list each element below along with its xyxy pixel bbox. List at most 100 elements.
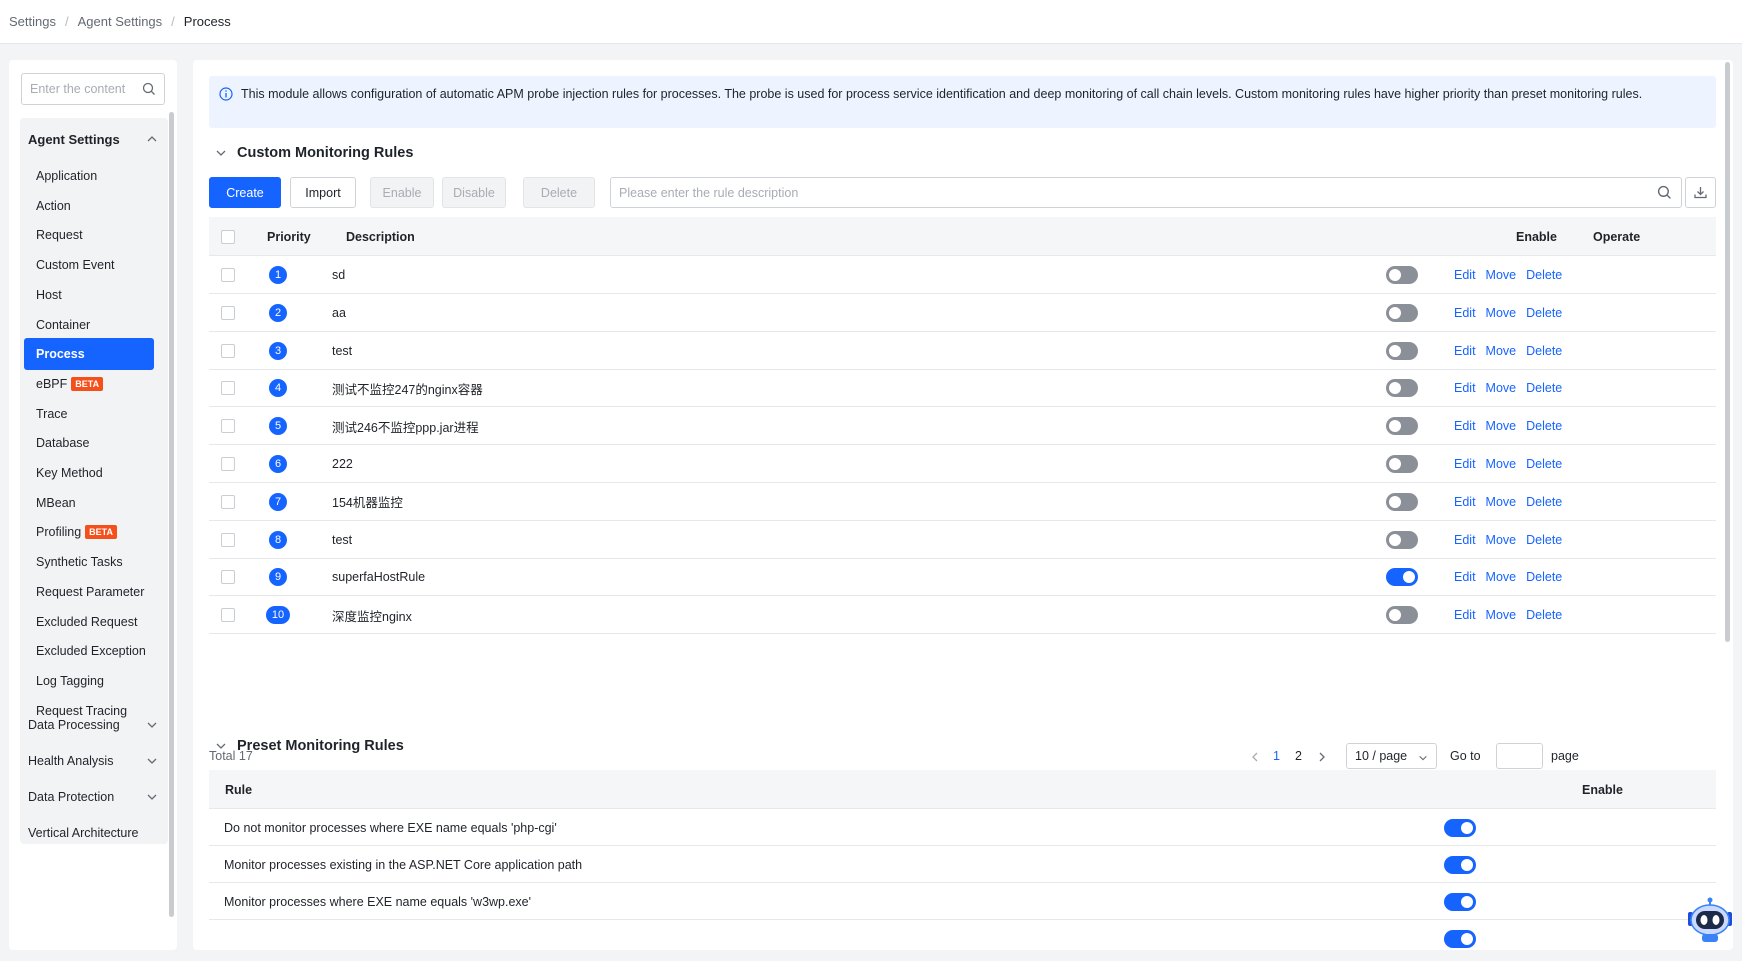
enable-toggle[interactable] [1386,417,1418,436]
move-link[interactable]: Move [1486,570,1517,584]
move-link[interactable]: Move [1486,268,1517,282]
sidebar-item-mbean[interactable]: MBean [24,487,154,519]
search-icon[interactable] [142,82,156,96]
breadcrumb-settings[interactable]: Settings [9,14,56,29]
delete-link[interactable]: Delete [1526,306,1562,320]
row-checkbox[interactable] [221,532,235,547]
page-size-select[interactable]: 10 / page [1346,743,1437,769]
sidebar-item-process[interactable]: Process [24,338,154,371]
sidebar-item-log-tagging[interactable]: Log Tagging [24,665,154,697]
edit-link[interactable]: Edit [1454,268,1476,282]
enable-toggle[interactable] [1386,303,1418,322]
row-checkbox[interactable] [221,419,235,434]
sidebar-search-input[interactable] [30,82,138,96]
sidebar-item-trace[interactable]: Trace [24,398,154,430]
edit-link[interactable]: Edit [1454,344,1476,358]
goto-page-input[interactable] [1496,743,1543,769]
edit-link[interactable]: Edit [1454,608,1476,622]
row-checkbox[interactable] [221,608,235,623]
move-link[interactable]: Move [1486,344,1517,358]
enable-toggle[interactable] [1386,530,1418,549]
delete-link[interactable]: Delete [1526,419,1562,433]
sidebar-item-synthetic-tasks[interactable]: Synthetic Tasks [24,546,154,578]
sidebar-item-ebpf[interactable]: eBPF BETA [24,368,154,400]
move-link[interactable]: Move [1486,608,1517,622]
sidebar-item-custom-event[interactable]: Custom Event [24,249,154,281]
enable-toggle[interactable] [1444,818,1476,837]
delete-link[interactable]: Delete [1526,381,1562,395]
delete-link[interactable]: Delete [1526,457,1562,471]
edit-link[interactable]: Edit [1454,419,1476,433]
sidebar-group-header[interactable]: Agent Settings [20,118,168,160]
import-button[interactable]: Import [290,177,356,208]
sidebar-item-vertical-architecture[interactable]: Vertical Architecture [20,813,168,853]
move-link[interactable]: Move [1486,419,1517,433]
enable-toggle[interactable] [1386,341,1418,360]
enable-toggle[interactable] [1444,929,1476,948]
select-all-checkbox[interactable] [221,229,235,244]
enable-toggle[interactable] [1444,892,1476,911]
sidebar-item-action[interactable]: Action [24,190,154,222]
edit-link[interactable]: Edit [1454,306,1476,320]
sidebar-group-data-processing[interactable]: Data Processing [20,705,168,745]
page-1[interactable]: 1 [1273,749,1280,763]
edit-link[interactable]: Edit [1454,570,1476,584]
row-checkbox[interactable] [221,343,235,358]
enable-toggle[interactable] [1386,492,1418,511]
delete-link[interactable]: Delete [1526,344,1562,358]
row-checkbox[interactable] [221,305,235,320]
delete-link[interactable]: Delete [1526,533,1562,547]
enable-toggle[interactable] [1386,606,1418,625]
assistant-robot-icon[interactable] [1682,896,1738,952]
sidebar-scrollbar[interactable] [169,112,174,917]
sidebar-item-container[interactable]: Container [24,309,154,341]
create-button[interactable]: Create [209,177,281,208]
chevron-left-icon[interactable] [1250,751,1260,763]
row-checkbox[interactable] [221,494,235,509]
enable-toggle[interactable] [1444,855,1476,874]
row-checkbox[interactable] [221,268,235,282]
sidebar-group-health-analysis[interactable]: Health Analysis [20,741,168,781]
move-link[interactable]: Move [1486,457,1517,471]
preset-rules-header[interactable]: Preset Monitoring Rules [209,735,404,757]
sidebar-item-request[interactable]: Request [24,219,154,251]
edit-link[interactable]: Edit [1454,533,1476,547]
sidebar-item-excluded-request[interactable]: Excluded Request [24,606,154,638]
page-2[interactable]: 2 [1295,749,1302,763]
move-link[interactable]: Move [1486,381,1517,395]
disable-button[interactable]: Disable [442,177,506,208]
edit-link[interactable]: Edit [1454,381,1476,395]
row-checkbox[interactable] [221,457,235,471]
edit-link[interactable]: Edit [1454,495,1476,509]
sidebar-item-profiling[interactable]: Profiling BETA [24,516,154,548]
sidebar-item-database[interactable]: Database [24,427,154,459]
row-checkbox[interactable] [221,381,235,396]
row-checkbox[interactable] [221,570,235,585]
sidebar-group-data-protection[interactable]: Data Protection [20,777,168,817]
chevron-right-icon[interactable] [1317,751,1327,763]
sidebar-item-host[interactable]: Host [24,279,154,311]
enable-toggle[interactable] [1386,266,1418,284]
download-button[interactable] [1685,177,1716,208]
rule-search-input[interactable] [619,185,1599,200]
delete-link[interactable]: Delete [1526,608,1562,622]
breadcrumb-agent-settings[interactable]: Agent Settings [78,14,163,29]
delete-link[interactable]: Delete [1526,495,1562,509]
move-link[interactable]: Move [1486,306,1517,320]
delete-link[interactable]: Delete [1526,268,1562,282]
enable-toggle[interactable] [1386,568,1418,587]
move-link[interactable]: Move [1486,495,1517,509]
edit-link[interactable]: Edit [1454,457,1476,471]
bulk-delete-button[interactable]: Delete [523,177,595,208]
sidebar-item-request-parameter[interactable]: Request Parameter [24,576,154,608]
sidebar-item-key-method[interactable]: Key Method [24,457,154,489]
sidebar-item-excluded-exception[interactable]: Excluded Exception [24,635,154,667]
enable-button[interactable]: Enable [370,177,434,208]
sidebar-item-application[interactable]: Application [24,160,154,192]
custom-rules-header[interactable]: Custom Monitoring Rules [209,142,413,164]
main-scrollbar[interactable] [1725,62,1730,642]
enable-toggle[interactable] [1386,379,1418,398]
search-icon[interactable] [1657,185,1672,200]
enable-toggle[interactable] [1386,455,1418,473]
delete-link[interactable]: Delete [1526,570,1562,584]
